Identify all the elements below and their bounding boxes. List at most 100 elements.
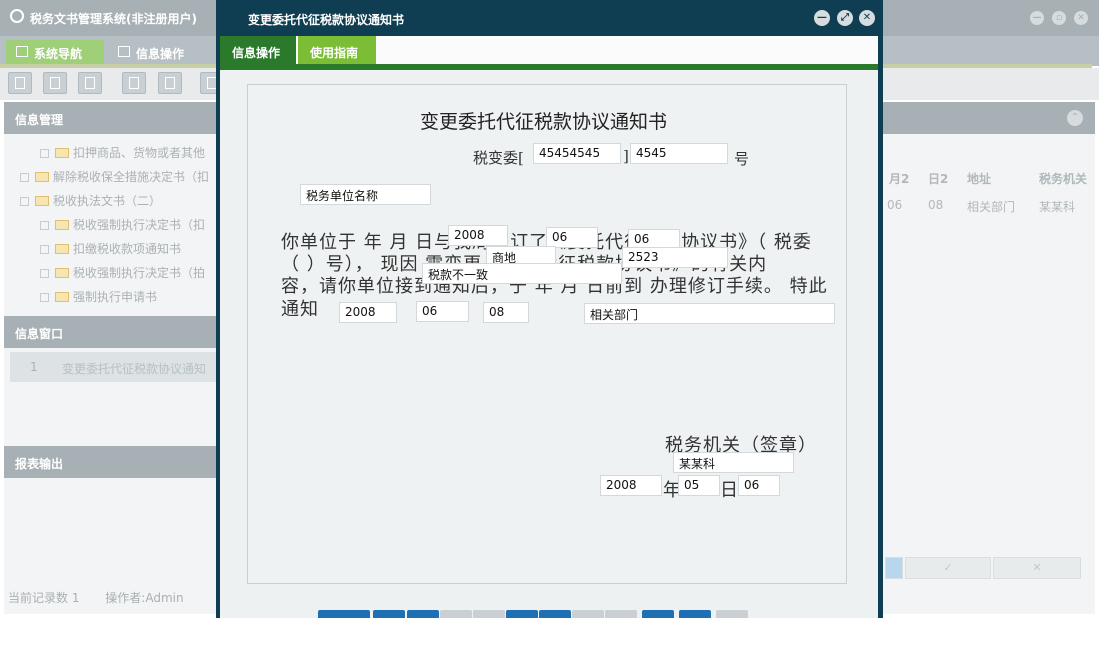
minimize-icon[interactable]: — — [1030, 11, 1044, 25]
folder-icon — [55, 292, 69, 302]
expand-icon — [40, 269, 49, 278]
action-button[interactable] — [605, 610, 637, 618]
expand-icon — [40, 149, 49, 158]
ref-year-field[interactable]: 45454545 — [533, 143, 621, 164]
ref-number-field[interactable]: 4545 — [630, 143, 728, 164]
column-header: 月2 — [889, 172, 910, 186]
toolbar-button-3[interactable] — [78, 72, 102, 94]
agreement-no2-field[interactable]: 2523 — [622, 247, 728, 268]
window-row[interactable]: 1 变更委托代征税款协议通知 — [10, 352, 216, 382]
modal-title: 变更委托代征税款协议通知书 — [248, 13, 405, 27]
folder-icon — [55, 268, 69, 278]
seal-office-field[interactable]: 某某科 — [673, 452, 794, 473]
expand-icon — [40, 293, 49, 302]
document-title: 变更委托代征税款协议通知书 — [420, 111, 668, 133]
deadline-year-field[interactable]: 2008 — [339, 302, 397, 323]
modal-body: 信息操作 使用指南 变更委托代征税款协议通知书 税变委[ 45454545 ] … — [220, 36, 878, 618]
screen: 税务文书管理系统(非注册用户) — ▫ ✕ 系统导航 信息操作 信息管理 扣押商… — [0, 0, 1099, 655]
action-button[interactable] — [373, 610, 405, 618]
grid-icon — [118, 46, 130, 57]
expand-icon — [20, 173, 29, 182]
ref-mid: ] — [623, 147, 629, 165]
date-year-field[interactable]: 2008 — [600, 475, 662, 496]
tree-item[interactable]: 税收执法文书（二） — [20, 192, 161, 210]
tab-info-operation[interactable]: 信息操作 — [108, 40, 206, 64]
column-header: 税务机关 — [1039, 172, 1088, 186]
action-button[interactable] — [407, 610, 439, 618]
window-icon — [165, 77, 175, 89]
cancel-button[interactable]: ✕ — [993, 557, 1081, 579]
close-icon[interactable]: ✕ — [859, 10, 875, 26]
left-panel: 信息管理 扣押商品、货物或者其他 解除税收保全措施决定书（扣 税收执法文书（二）… — [4, 102, 216, 614]
monitor-icon — [16, 46, 28, 57]
action-button[interactable] — [440, 610, 472, 618]
expand-icon — [40, 245, 49, 254]
unit-name-field[interactable]: 税务单位名称 — [300, 184, 431, 205]
minimize-icon[interactable]: — — [814, 10, 830, 26]
tree-item-label: 解除税收保全措施决定书（扣 — [53, 170, 210, 184]
place-field[interactable]: 相关部门 — [584, 303, 835, 324]
folder-icon — [35, 172, 49, 182]
folder-icon — [35, 196, 49, 206]
sign-month-field[interactable]: 06 — [546, 227, 598, 248]
toolbar-button-5[interactable] — [158, 72, 182, 94]
row-number: 1 — [30, 360, 38, 374]
search-icon — [15, 77, 25, 89]
tree-item-label: 税收强制执行决定书（扣 — [73, 218, 206, 232]
notice-document: 变更委托代征税款协议通知书 税变委[ 45454545 ] 4545 号 税务单… — [247, 84, 847, 584]
tree-item[interactable]: 强制执行申请书 — [40, 288, 157, 306]
tree-item[interactable]: 解除税收保全措施决定书（扣 — [20, 168, 209, 186]
toolbar-search-button[interactable] — [8, 72, 32, 94]
list-icon — [50, 77, 60, 89]
close-icon[interactable]: ✕ — [1074, 11, 1088, 25]
date-month-field[interactable]: 05 — [678, 475, 720, 496]
folder-icon — [55, 148, 69, 158]
column-header: 日2 — [928, 172, 949, 186]
right-panel: ⌃ 月2 日2 地址 税务机关 06 08 相关部门 某某科 ✓ ✕ — [883, 102, 1095, 614]
action-button[interactable] — [539, 610, 571, 618]
tab-label: 系统导航 — [34, 47, 83, 61]
maximize-icon[interactable]: ▫ — [1052, 11, 1066, 25]
date-day-label: 日 — [720, 480, 739, 501]
tab-underline — [220, 64, 878, 70]
app-logo-icon — [10, 9, 24, 23]
toolbar-button-2[interactable] — [43, 72, 67, 94]
blue-button[interactable] — [885, 557, 903, 579]
tree-item-label: 税收执法文书（二） — [53, 194, 162, 208]
tree-item[interactable]: 扣押商品、货物或者其他 — [40, 144, 205, 162]
tab-label: 信息操作 — [136, 47, 185, 61]
action-button[interactable] — [506, 610, 538, 618]
operator-label: 操作者:Admin — [105, 591, 184, 605]
action-button[interactable] — [572, 610, 604, 618]
toolbar-button-4[interactable] — [122, 72, 146, 94]
tree-item[interactable]: 扣缴税收款项通知书 — [40, 240, 181, 258]
user-icon — [129, 77, 139, 89]
modal-titlebar: 变更委托代征税款协议通知书 — ⤢ ✕ — [216, 0, 883, 36]
tab-system-nav[interactable]: 系统导航 — [6, 40, 104, 64]
action-button[interactable] — [679, 610, 711, 618]
maximize-icon[interactable]: ⤢ — [837, 10, 853, 26]
date-day-field[interactable]: 06 — [738, 475, 780, 496]
confirm-button[interactable]: ✓ — [905, 557, 991, 579]
action-button[interactable] — [318, 610, 370, 618]
table-cell: 某某科 — [1039, 200, 1076, 214]
info-manage-header: 信息管理 — [4, 102, 216, 134]
change-reason-field[interactable]: 税款不一致 — [422, 263, 622, 284]
expand-icon — [40, 221, 49, 230]
tree-item[interactable]: 税收强制执行决定书（扣 — [40, 216, 205, 234]
tab-user-guide[interactable]: 使用指南 — [298, 36, 376, 64]
collapse-icon[interactable]: ⌃ — [1067, 110, 1083, 126]
tree-item[interactable]: 税收强制执行决定书（拍 — [40, 264, 205, 282]
action-button[interactable] — [473, 610, 505, 618]
folder-icon — [55, 244, 69, 254]
info-window-header: 信息窗口 — [4, 316, 216, 348]
sign-year-field[interactable]: 2008 — [448, 225, 508, 246]
action-button[interactable] — [642, 610, 674, 618]
deadline-day-field[interactable]: 08 — [483, 302, 529, 323]
tree-item-label: 税收强制执行决定书（拍 — [73, 266, 206, 280]
action-button[interactable] — [716, 610, 748, 618]
deadline-month-field[interactable]: 06 — [416, 301, 469, 322]
row-label: 变更委托代征税款协议通知 — [62, 362, 207, 376]
tab-info-operation[interactable]: 信息操作 — [220, 36, 296, 64]
notice-modal: 变更委托代征税款协议通知书 — ⤢ ✕ 信息操作 使用指南 变更委托代征税款协议… — [216, 0, 883, 618]
